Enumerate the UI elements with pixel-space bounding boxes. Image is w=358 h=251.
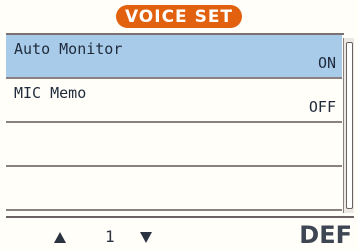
- header-bar: VOICE SET: [0, 0, 358, 33]
- menu-row-empty[interactable]: [6, 167, 342, 211]
- triangle-down-icon[interactable]: [140, 232, 152, 243]
- footer-bar: 1 DEF: [6, 216, 354, 251]
- menu-row-empty[interactable]: [6, 123, 342, 167]
- menu-row-mic-memo[interactable]: MIC Memo OFF: [6, 79, 342, 123]
- menu-row-label: MIC Memo: [14, 84, 87, 102]
- menu-row-value: ON: [317, 54, 336, 72]
- page-number: 1: [105, 227, 115, 246]
- def-button[interactable]: DEF: [299, 221, 352, 249]
- menu-row-value: OFF: [308, 98, 336, 116]
- scrollbar[interactable]: [343, 38, 354, 213]
- menu-row-label: Auto Monitor: [14, 40, 123, 58]
- menu-row-auto-monitor[interactable]: Auto Monitor ON: [6, 35, 342, 79]
- screen-title: VOICE SET: [116, 5, 242, 28]
- triangle-up-icon[interactable]: [54, 232, 66, 243]
- scrollbar-thumb[interactable]: [346, 42, 353, 209]
